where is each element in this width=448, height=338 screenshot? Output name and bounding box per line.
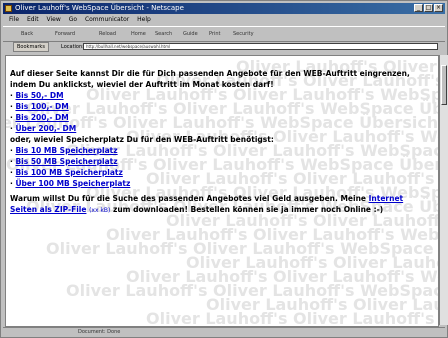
minimize-button[interactable]: _ — [414, 4, 423, 12]
list-item: · Bis 10 MB Speicherplatz — [10, 146, 118, 155]
forward-button[interactable]: Forward — [55, 29, 75, 39]
url-field[interactable]: http://bullhall.net/webspace/auswahl.htm… — [83, 43, 438, 50]
list-item: · Über 100 MB Speicherplatz — [10, 179, 131, 188]
storage-link[interactable]: Über 100 MB Speicherplatz — [15, 179, 130, 188]
menu-help[interactable]: Help — [137, 16, 151, 23]
back-button[interactable]: Back — [21, 29, 33, 39]
menu-go[interactable]: Go — [69, 16, 77, 23]
list-item: · Bis 50,- DM — [10, 91, 64, 100]
list-item: · Bis 200,- DM — [10, 113, 69, 122]
list-item: · Bis 50 MB Speicherplatz — [10, 157, 118, 166]
menu-bar: File Edit View Go Communicator Help — [3, 15, 445, 25]
page-text: Auf dieser Seite kannst Dir die für Dich… — [10, 68, 430, 216]
reload-button[interactable]: Reload — [99, 29, 116, 39]
price-link[interactable]: Über 200,- DM — [15, 124, 76, 133]
status-bar: Document: Done — [3, 327, 445, 337]
page-content: Oliver Lauhoff's Oliver Lauhoff's WebSpa… — [5, 55, 439, 327]
outro-paragraph: Warum willst Du für die Suche des passen… — [10, 194, 404, 214]
price-link[interactable]: Bis 200,- DM — [15, 113, 68, 122]
security-button[interactable]: Security — [233, 29, 254, 39]
list-item: · Bis 100 MB Speicherplatz — [10, 168, 123, 177]
file-size-note: (xx kB) — [89, 207, 111, 214]
price-list: · Bis 50,- DM · Bis 100,- DM · Bis 200,-… — [10, 90, 430, 134]
storage-link[interactable]: Bis 10 MB Speicherplatz — [15, 146, 117, 155]
menu-view[interactable]: View — [47, 16, 61, 23]
netscape-app-icon — [5, 5, 12, 12]
scrollbar-thumb[interactable] — [441, 65, 447, 105]
location-toolbar: Bookmarks Location: http://bullhall.net/… — [3, 42, 445, 52]
search-button[interactable]: Search — [155, 29, 172, 39]
storage-link[interactable]: Bis 100 MB Speicherplatz — [15, 168, 122, 177]
price-link[interactable]: Bis 50,- DM — [15, 91, 63, 100]
list-item: · Über 200,- DM — [10, 124, 77, 133]
bookmarks-button[interactable]: Bookmarks — [13, 42, 49, 52]
print-button[interactable]: Print — [209, 29, 221, 39]
storage-question: oder, wieviel Speicherplatz Du für den W… — [10, 135, 274, 144]
navigation-toolbar: Back Forward Reload Home Search Guide Pr… — [3, 26, 445, 42]
storage-link[interactable]: Bis 50 MB Speicherplatz — [15, 157, 117, 166]
menu-file[interactable]: File — [9, 16, 19, 23]
list-item: · Bis 100,- DM — [10, 102, 69, 111]
guide-button[interactable]: Guide — [183, 29, 198, 39]
browser-window: Oliver Lauhoff's WebSpace Übersicht - Ne… — [0, 0, 448, 338]
menu-edit[interactable]: Edit — [27, 16, 39, 23]
close-button[interactable]: × — [434, 4, 443, 12]
storage-list: · Bis 10 MB Speicherplatz · Bis 50 MB Sp… — [10, 145, 430, 189]
location-label: Location: — [61, 44, 84, 50]
price-link[interactable]: Bis 100,- DM — [15, 102, 68, 111]
title-bar: Oliver Lauhoff's WebSpace Übersicht - Ne… — [3, 3, 445, 14]
status-text: Document: Done — [78, 329, 121, 335]
intro-paragraph: Auf dieser Seite kannst Dir die für Dich… — [10, 69, 410, 89]
window-controls: _ □ × — [414, 4, 443, 12]
vertical-scrollbar[interactable] — [439, 55, 448, 325]
menu-communicator[interactable]: Communicator — [85, 16, 129, 23]
home-button[interactable]: Home — [131, 29, 146, 39]
maximize-button[interactable]: □ — [424, 4, 433, 12]
window-title: Oliver Lauhoff's WebSpace Übersicht - Ne… — [15, 4, 184, 12]
